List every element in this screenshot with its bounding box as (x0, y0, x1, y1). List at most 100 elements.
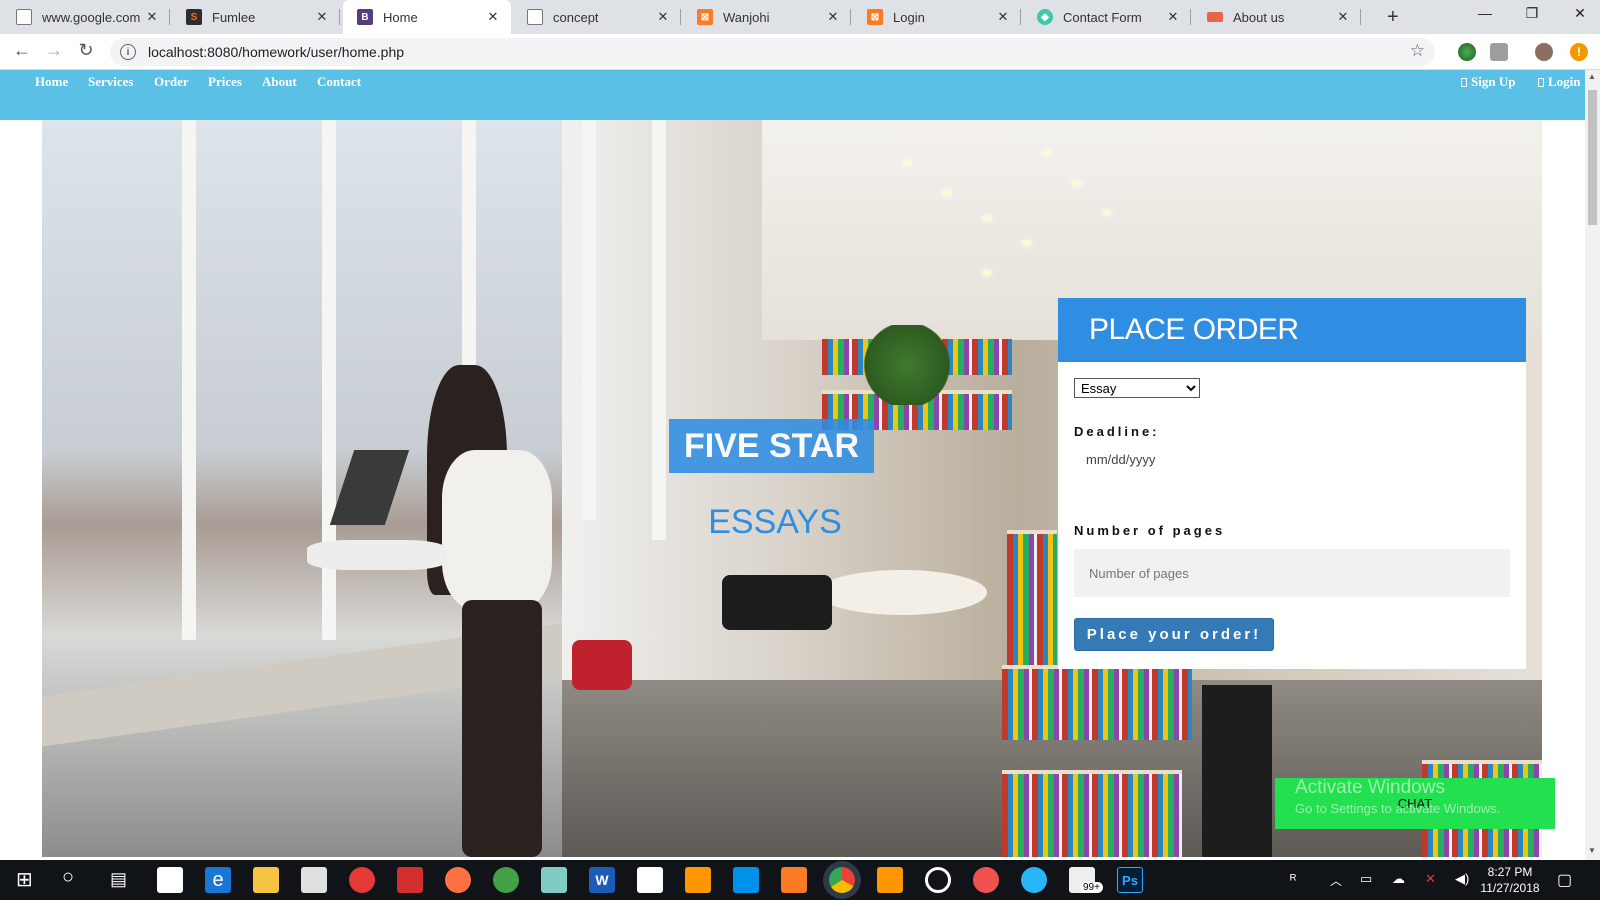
window-frame (582, 120, 596, 520)
tab-label: Wanjohi (723, 9, 770, 25)
page-icon (527, 9, 543, 25)
page-scrollbar[interactable]: ▲ ▼ (1585, 70, 1600, 860)
update-alert-icon[interactable]: ! (1570, 43, 1588, 61)
acrobat-icon[interactable] (397, 867, 423, 893)
task-view-icon[interactable]: ▤ (110, 869, 127, 890)
system-clock[interactable]: 8:27 PM 11/27/2018 (1470, 864, 1550, 896)
paint-icon[interactable] (973, 867, 999, 893)
nav-contact[interactable]: Contact (317, 74, 361, 90)
xampp-icon[interactable] (781, 867, 807, 893)
nav-services[interactable]: Services (88, 74, 133, 90)
word-icon[interactable]: W (589, 867, 615, 893)
tab-label: www.google.com (42, 9, 141, 25)
notebook (307, 540, 447, 570)
browser-tab[interactable]: ⊠ Login ✕ (853, 0, 1021, 34)
nav-login[interactable]: Login (1538, 74, 1581, 90)
close-icon[interactable]: ✕ (312, 9, 332, 25)
scroll-up-icon[interactable]: ▲ (1588, 72, 1596, 81)
deadline-input[interactable]: mm/dd/yyyy (1086, 452, 1155, 467)
nav-home[interactable]: Home (35, 74, 68, 90)
clock-time: 8:27 PM (1487, 865, 1533, 879)
ceiling-light (942, 190, 952, 196)
solitaire-icon[interactable] (637, 867, 663, 893)
activate-windows-subtitle: Go to Settings to activate Windows. (1295, 801, 1501, 816)
nav-order[interactable]: Order (154, 74, 189, 90)
browser-tab[interactable]: www.google.com ✕ (2, 0, 170, 34)
pages-input[interactable] (1074, 549, 1510, 597)
round-table (817, 570, 987, 615)
app-icon[interactable] (349, 867, 375, 893)
place-order-button[interactable]: Place your order! (1074, 618, 1274, 651)
app-icon[interactable] (733, 867, 759, 893)
notification-badge: 99+ (1080, 882, 1103, 893)
utorrent-icon[interactable] (493, 867, 519, 893)
nav-sign-up[interactable]: Sign Up (1461, 74, 1515, 90)
close-icon[interactable]: ✕ (823, 9, 843, 25)
forward-icon[interactable]: → (42, 40, 66, 61)
close-icon[interactable]: ✕ (993, 9, 1013, 25)
minimize-button[interactable]: — (1465, 5, 1505, 21)
nav-about[interactable]: About (262, 74, 297, 90)
bookmark-star-icon[interactable]: ☆ (1410, 41, 1425, 61)
windows-start-icon[interactable]: ⊞ (16, 867, 33, 892)
profile-avatar[interactable] (1535, 43, 1553, 61)
firefox-icon[interactable] (445, 867, 471, 893)
extension-lock-icon[interactable] (1490, 43, 1508, 61)
tab-label: Contact Form (1063, 9, 1142, 25)
battery-icon[interactable]: ▭ (1360, 871, 1372, 887)
library-sign (1202, 685, 1272, 857)
reload-icon[interactable]: ↻ (74, 40, 98, 61)
student-legs (462, 600, 542, 857)
close-icon[interactable]: ✕ (483, 9, 503, 25)
window-frame (652, 120, 666, 540)
ceiling-light (1072, 180, 1082, 186)
info-icon[interactable]: i (120, 44, 136, 60)
order-form-heading: PLACE ORDER (1058, 298, 1526, 362)
paper-type-select[interactable]: Essay (1074, 378, 1200, 398)
scroll-down-icon[interactable]: ▼ (1588, 846, 1596, 855)
action-center-icon[interactable]: ▢ (1557, 870, 1572, 890)
student-sweater (442, 450, 552, 610)
photoshop-icon[interactable]: Ps (1117, 867, 1143, 893)
browser-tab[interactable]: ◆ Contact Form ✕ (1023, 0, 1191, 34)
network-icon[interactable]: ☁ (1392, 871, 1405, 887)
vlc-icon[interactable] (685, 867, 711, 893)
hero-subtitle: ESSAYS (708, 503, 842, 541)
extension-globe-icon[interactable] (1458, 43, 1476, 61)
app-icon[interactable] (925, 867, 951, 893)
clock-date: 11/27/2018 (1480, 881, 1540, 895)
nav-prices[interactable]: Prices (208, 74, 242, 90)
edge-icon[interactable]: e (205, 867, 231, 893)
close-icon[interactable]: ✕ (142, 9, 162, 25)
browser-tab[interactable]: About us ✕ (1193, 0, 1361, 34)
app-icon[interactable] (541, 867, 567, 893)
close-icon[interactable]: ✕ (1163, 9, 1183, 25)
flag-icon (1207, 12, 1223, 22)
browser-tab[interactable]: ⊠ Wanjohi ✕ (683, 0, 851, 34)
address-bar[interactable]: i localhost:8080/homework/user/home.php … (110, 38, 1435, 66)
restore-button[interactable]: ❐ (1512, 5, 1552, 22)
deadline-label: Deadline: (1074, 424, 1160, 439)
sublime-icon[interactable] (877, 867, 903, 893)
gem-icon: ◆ (1037, 9, 1053, 25)
app-icon[interactable] (1021, 867, 1047, 893)
user-icon (1461, 78, 1467, 87)
scrollbar-thumb[interactable] (1588, 90, 1597, 225)
security-icon[interactable]: ✕ (1425, 871, 1436, 887)
store-icon[interactable] (301, 867, 327, 893)
file-explorer-icon[interactable] (253, 867, 279, 893)
close-window-button[interactable]: ✕ (1560, 5, 1600, 22)
browser-tab-active[interactable]: B Home ✕ (343, 0, 511, 34)
cortana-icon[interactable]: ○ (62, 866, 74, 889)
back-icon[interactable]: ← (10, 40, 34, 61)
tray-expand-icon[interactable]: ︿ (1330, 872, 1342, 889)
film-app-icon[interactable] (157, 867, 183, 893)
volume-icon[interactable]: ◀) (1455, 871, 1469, 887)
people-icon[interactable]: ᴿ (1290, 871, 1296, 887)
close-icon[interactable]: ✕ (1333, 9, 1353, 25)
chrome-icon[interactable] (829, 867, 855, 893)
new-tab-button[interactable]: + (1387, 6, 1399, 29)
browser-tab[interactable]: concept ✕ (513, 0, 681, 34)
close-icon[interactable]: ✕ (653, 9, 673, 25)
browser-tab[interactable]: S Fumlee ✕ (172, 0, 340, 34)
